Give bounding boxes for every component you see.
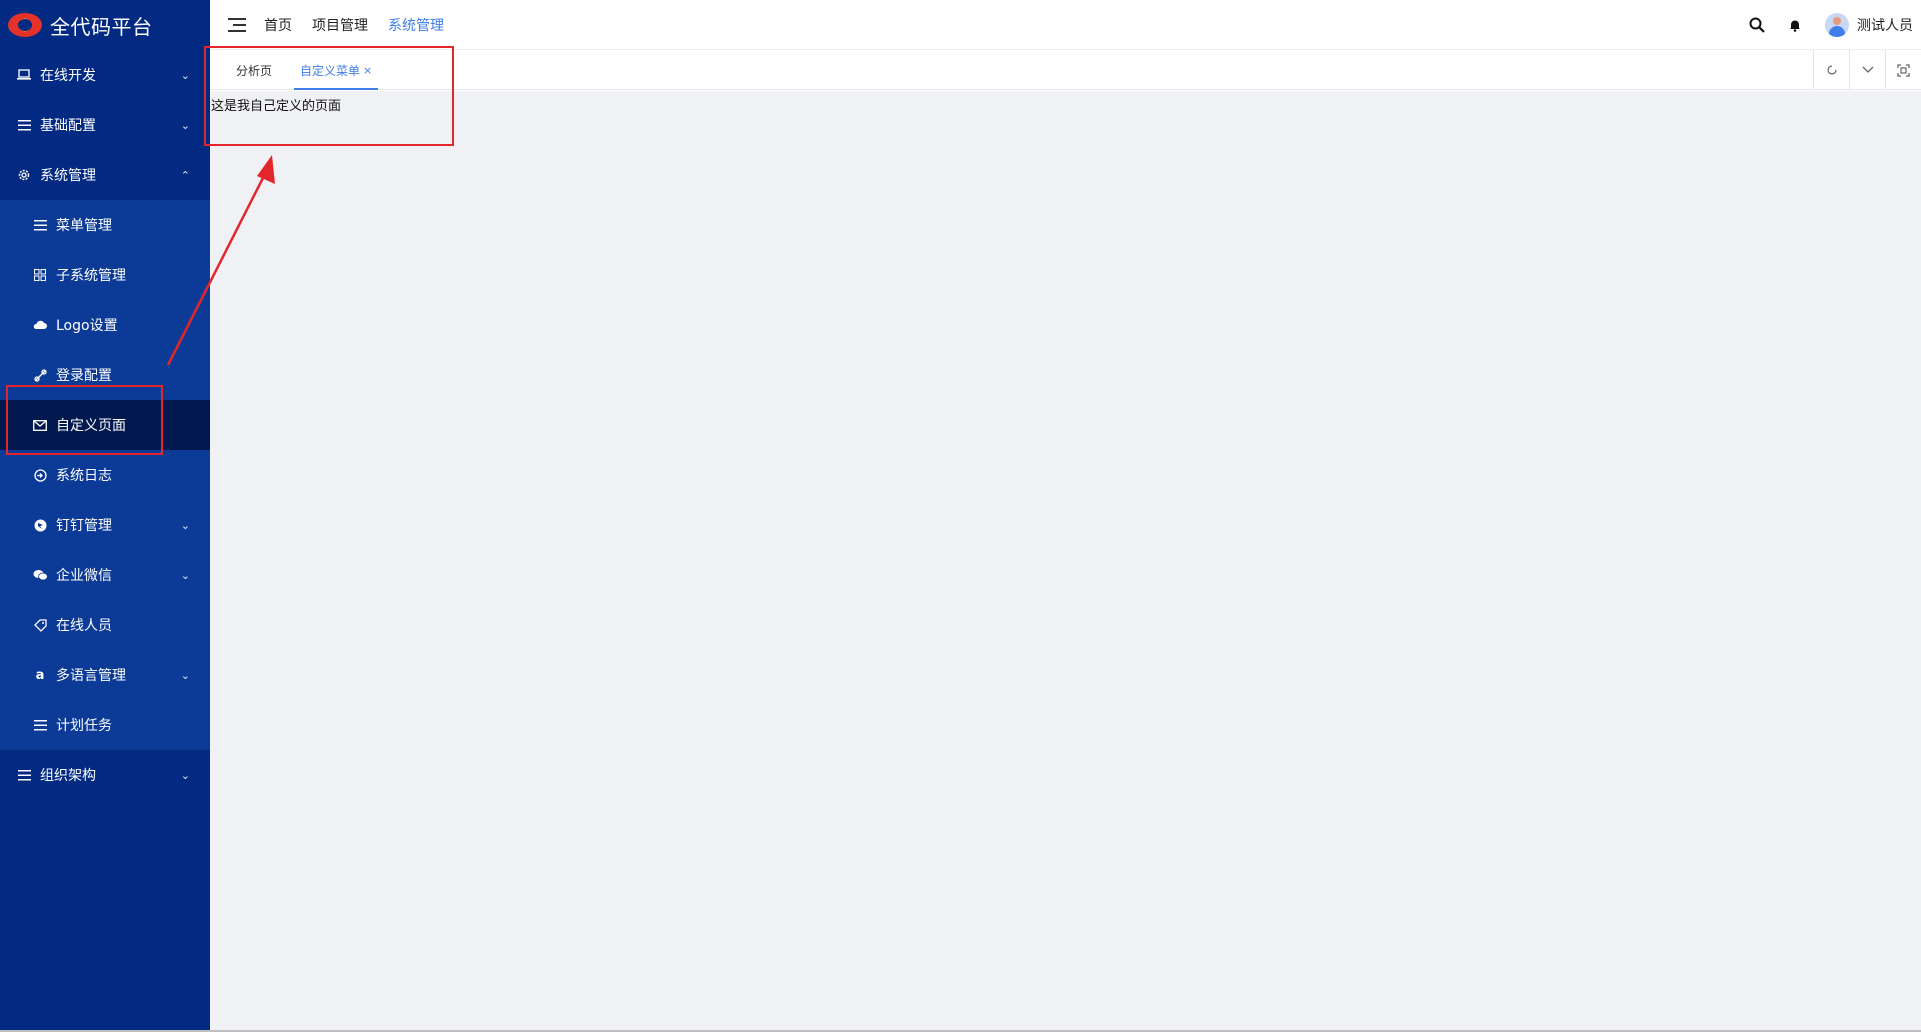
- sidebar-item-logo-settings[interactable]: Logo设置: [0, 300, 210, 350]
- gear-icon: [16, 167, 32, 183]
- sidebar-item-label: 多语言管理: [56, 668, 126, 684]
- sidebar-item-system-admin[interactable]: 系统管理 ⌃: [0, 150, 210, 200]
- sidebar-menu-after: 组织架构 ⌄: [0, 750, 210, 800]
- sidebar-item-online-dev[interactable]: 在线开发 ⌄: [0, 50, 210, 100]
- sidebar-item-label: 在线开发: [40, 68, 96, 84]
- sidebar-item-label: 子系统管理: [56, 268, 126, 284]
- amazon-icon: a: [35, 667, 45, 683]
- tab-label: 自定义菜单: [300, 63, 361, 78]
- sidebar-item-system-log[interactable]: 系统日志: [0, 450, 210, 500]
- tab-label: 分析页: [236, 63, 273, 78]
- logo-icon: [8, 13, 42, 37]
- chevron-down-icon: ⌄: [180, 568, 190, 582]
- sidebar-item-label: 组织架构: [40, 768, 96, 784]
- sidebar-item-dingtalk[interactable]: 钉钉管理 ⌄: [0, 500, 210, 550]
- sidebar-item-label: 基础配置: [40, 118, 96, 134]
- nav-home[interactable]: 首页: [264, 15, 292, 35]
- chevron-up-icon: ⌃: [180, 168, 190, 182]
- system-admin-submenu: 菜单管理 子系统管理 Logo设置 登录配置 自定义页面 系统日志 钉钉管理 ⌄…: [0, 200, 210, 750]
- sidebar-item-label: 登录配置: [56, 368, 112, 384]
- logo-bar[interactable]: 全代码平台: [0, 0, 210, 50]
- dingtalk-icon: [32, 517, 48, 533]
- tab-custom-menu[interactable]: 自定义菜单 ×: [293, 50, 379, 90]
- sidebar-item-label: Logo设置: [56, 318, 118, 334]
- sidebar-item-label: 系统管理: [40, 168, 96, 184]
- grid-icon: [32, 267, 48, 283]
- page-content-text: 这是我自己定义的页面: [211, 99, 342, 114]
- tab-bar: 分析页 自定义菜单 ×: [210, 50, 1921, 90]
- menu-toggle-icon[interactable]: [228, 17, 246, 32]
- sidebar-item-label: 企业微信: [56, 568, 112, 584]
- top-header: 首页 项目管理 系统管理 测试人员: [210, 0, 1921, 50]
- sidebar-item-basic-config[interactable]: 基础配置 ⌄: [0, 100, 210, 150]
- sidebar-item-subsystem-management[interactable]: 子系统管理: [0, 250, 210, 300]
- refresh-icon[interactable]: [1813, 50, 1849, 90]
- chevron-down-icon: ⌄: [180, 668, 190, 682]
- chevron-down-icon: ⌄: [180, 68, 190, 82]
- user-menu[interactable]: 测试人员: [1825, 13, 1913, 37]
- sidebar: 全代码平台 在线开发 ⌄ 基础配置 ⌄ 系统管理 ⌃ 菜单管理 子系统管理 Lo…: [0, 0, 210, 1030]
- link-icon: [32, 367, 48, 383]
- list-icon: [32, 717, 48, 733]
- top-nav: 首页 项目管理 系统管理: [264, 15, 444, 35]
- chevron-down-icon: ⌄: [180, 768, 190, 782]
- fullscreen-icon[interactable]: [1885, 50, 1921, 90]
- list-icon: [16, 767, 32, 783]
- header-actions: 测试人员: [1749, 0, 1913, 50]
- chevron-down-icon: ⌄: [180, 518, 190, 532]
- tag-icon: [32, 617, 48, 633]
- wechat-icon: [32, 567, 48, 583]
- tab-list: 分析页 自定义菜单 ×: [210, 50, 1921, 90]
- chevron-down-icon[interactable]: [1849, 50, 1885, 90]
- sidebar-item-label: 计划任务: [56, 718, 112, 734]
- app-title: 全代码平台: [50, 14, 153, 39]
- sidebar-item-menu-management[interactable]: 菜单管理: [0, 200, 210, 250]
- list-icon: [32, 217, 48, 233]
- sidebar-item-label: 钉钉管理: [56, 518, 112, 534]
- cloud-icon: [32, 317, 48, 333]
- tab-analysis[interactable]: 分析页: [236, 50, 272, 90]
- sidebar-menu: 在线开发 ⌄ 基础配置 ⌄ 系统管理 ⌃: [0, 50, 210, 200]
- sidebar-item-label: 自定义页面: [56, 418, 126, 434]
- sidebar-item-login-config[interactable]: 登录配置: [0, 350, 210, 400]
- close-icon[interactable]: ×: [363, 64, 372, 77]
- chevron-down-icon: ⌄: [180, 118, 190, 132]
- sidebar-item-custom-page[interactable]: 自定义页面: [0, 400, 210, 450]
- tab-tools: [1813, 50, 1921, 90]
- sidebar-item-multilanguage[interactable]: a 多语言管理 ⌄: [0, 650, 210, 700]
- user-name: 测试人员: [1857, 18, 1913, 34]
- main-content: 这是我自己定义的页面: [210, 91, 1921, 1030]
- sidebar-item-scheduled-tasks[interactable]: 计划任务: [0, 700, 210, 750]
- login-icon: [32, 467, 48, 483]
- laptop-icon: [16, 67, 32, 83]
- nav-project-management[interactable]: 项目管理: [312, 15, 368, 35]
- nav-system-management[interactable]: 系统管理: [388, 15, 444, 35]
- bell-icon[interactable]: [1789, 19, 1801, 32]
- avatar: [1825, 13, 1849, 37]
- sidebar-item-online-users[interactable]: 在线人员: [0, 600, 210, 650]
- list-icon: [16, 117, 32, 133]
- sidebar-item-org-structure[interactable]: 组织架构 ⌄: [0, 750, 210, 800]
- search-icon[interactable]: [1749, 17, 1765, 33]
- sidebar-item-label: 在线人员: [56, 618, 112, 634]
- sidebar-item-wecom[interactable]: 企业微信 ⌄: [0, 550, 210, 600]
- sidebar-item-label: 系统日志: [56, 468, 112, 484]
- sidebar-item-label: 菜单管理: [56, 218, 112, 234]
- mail-icon: [32, 417, 48, 433]
